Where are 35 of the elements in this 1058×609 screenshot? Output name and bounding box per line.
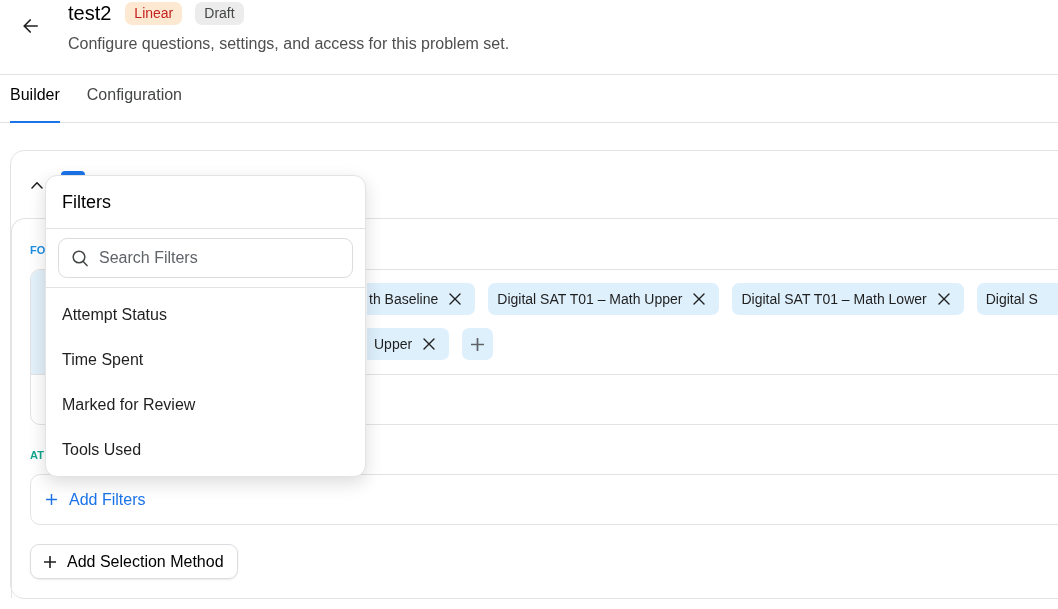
filter-chip[interactable]: th Baseline <box>367 283 476 315</box>
filter-option[interactable]: Marked for Review <box>46 382 365 427</box>
filter-option[interactable]: Time Spent <box>46 337 365 382</box>
filter-option[interactable]: Tools Used <box>46 427 365 472</box>
filter-chip[interactable]: Digital SAT T01 – Math Lower <box>732 283 964 315</box>
plus-icon <box>44 555 56 568</box>
filter-chip[interactable]: Digital SAT T01 – Math Upper <box>488 283 720 315</box>
search-icon <box>72 250 88 267</box>
status-badge: Linear <box>125 1 183 25</box>
search-field[interactable]: Search Filters <box>58 238 353 278</box>
filter-chip[interactable]: Upper <box>367 328 450 360</box>
section-label: AT <box>30 448 44 463</box>
add-chip-button[interactable] <box>462 328 494 360</box>
section-label: FO <box>30 243 46 258</box>
add-filters-link[interactable]: Add Filters <box>46 487 146 512</box>
remove-chip-button[interactable] <box>937 293 950 305</box>
status-badge: Draft <box>195 1 244 25</box>
add-selection-method-button[interactable]: Add Selection Method <box>30 544 238 579</box>
plus-icon <box>471 337 485 351</box>
plus-icon <box>46 494 57 505</box>
page-title: test2 <box>68 1 112 26</box>
tab[interactable]: Builder <box>10 75 60 123</box>
remove-chip-button[interactable] <box>693 293 706 305</box>
popover-title: Filters <box>62 190 111 214</box>
back-arrow-icon <box>22 19 38 33</box>
filter-chip[interactable]: Digital S <box>976 283 1058 315</box>
remove-chip-button[interactable] <box>449 293 462 305</box>
close-icon <box>937 293 950 305</box>
tab[interactable]: Configuration <box>86 75 182 123</box>
remove-chip-button[interactable] <box>423 338 436 350</box>
close-icon <box>449 293 462 305</box>
close-icon <box>423 338 436 350</box>
filter-option[interactable]: Attempt Status <box>46 292 365 337</box>
close-icon <box>693 293 706 305</box>
page-subtitle: Configure questions, settings, and access for this problem set. <box>68 34 510 54</box>
